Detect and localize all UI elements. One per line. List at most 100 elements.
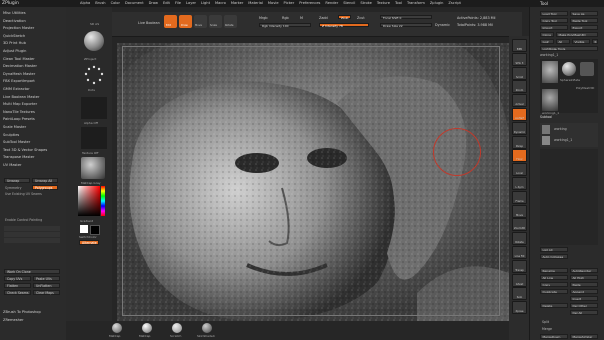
alternate-button[interactable]: Alternate	[79, 240, 99, 245]
plugin-menu-paintloop-presets[interactable]: PaintLoop Presets	[3, 117, 35, 121]
menu-light[interactable]: Light	[201, 1, 210, 5]
delete-button[interactable]: Delete	[540, 303, 568, 308]
export-button[interactable]: Export	[570, 25, 598, 30]
menu-transform[interactable]: Transform	[407, 1, 425, 5]
subtool-item-working[interactable]: working	[554, 127, 567, 131]
shelf-scroll-button[interactable]: Scroll	[512, 66, 527, 80]
r-button[interactable]: R	[592, 39, 598, 44]
shelf-xpose-button[interactable]: Xpose	[512, 301, 527, 315]
duplicate-button[interactable]: Duplicate	[540, 289, 568, 294]
autoreorder-button[interactable]: AutoReorder	[570, 268, 598, 273]
del-all-button[interactable]: Del All	[570, 310, 598, 315]
alpha-thumbnail[interactable]	[81, 97, 107, 119]
menu-zplugin[interactable]: Zplugin	[430, 1, 444, 5]
merge-down-button[interactable]: MergeDown	[540, 334, 568, 339]
switch-color-button[interactable]: SwitchColor	[79, 235, 97, 239]
goz-button[interactable]: GoZ	[540, 39, 554, 44]
merge-section[interactable]: Merge	[542, 327, 552, 331]
shelf-l-sym-button[interactable]: L.Sym	[512, 177, 527, 190]
menu-stroke[interactable]: Stroke	[360, 1, 371, 5]
material-matcap-1[interactable]	[112, 323, 122, 333]
plugin-menu-clean-tool-master[interactable]: Clean Tool Master	[3, 57, 35, 61]
rotate-button[interactable]: Rotate	[224, 15, 237, 28]
plugin-menu-deactivation[interactable]: Deactivation	[3, 19, 26, 23]
insert-button[interactable]: Insert	[570, 296, 598, 301]
zremesher-menu[interactable]: ZRemesher	[3, 318, 24, 322]
menu-file[interactable]: File	[175, 1, 181, 5]
make-polymesh3d-button[interactable]: Make PolyMesh3D	[556, 32, 598, 37]
copy-button[interactable]: Copy	[540, 282, 568, 287]
plugin-menu-dynamesh-master[interactable]: DynaMesh Master	[3, 72, 35, 76]
auto-collapse-button[interactable]: Auto Collapse	[540, 254, 568, 259]
plugin-menu-adjust-plugin[interactable]: Adjust Plugin	[3, 49, 26, 53]
merge-similar-button[interactable]: MergeSimilar	[570, 334, 598, 339]
zsub-button[interactable]: Zsub	[338, 15, 351, 20]
menu-preferences[interactable]: Preferences	[299, 1, 320, 5]
material-skinshade[interactable]	[202, 323, 212, 333]
rgb-button[interactable]: Rgb	[282, 16, 289, 20]
append-button[interactable]: Append	[570, 289, 598, 294]
menu-material[interactable]: Material	[248, 1, 263, 5]
copy-tool-button[interactable]: Copy Tool	[540, 18, 568, 23]
enable-control-painting-button[interactable]: Enable Control Painting	[5, 218, 42, 222]
plugin-menu-gmm-extractor[interactable]: GMM Extractor	[3, 87, 30, 91]
symmetry-toggle[interactable]: Symmetry	[5, 186, 22, 190]
work-on-clone-button[interactable]: Work On Clone	[4, 269, 60, 274]
load-tool-button[interactable]: Load Tool	[540, 11, 568, 16]
save-as-button[interactable]: Save As	[570, 11, 598, 16]
shelf-transp-button[interactable]: Transp	[512, 259, 527, 273]
plugin-menu-scale-master[interactable]: Scale Master	[3, 125, 26, 129]
flatten-button[interactable]: Flatten	[4, 283, 31, 288]
plugin-menu-subtool-master[interactable]: SubTool Master	[3, 140, 30, 144]
texture-thumbnail[interactable]	[81, 127, 107, 149]
shelf-frame-button[interactable]: Frame	[512, 190, 527, 204]
lightbox-tools-button[interactable]: Lightbox▸ Tools	[540, 46, 598, 51]
focal-shift-slider[interactable]: Focal Shift 0	[380, 15, 432, 20]
visible-button[interactable]: Visible	[572, 39, 590, 44]
shelf-floor-button[interactable]: Floor	[512, 149, 527, 163]
all-button[interactable]: All	[556, 39, 570, 44]
stroke-dots-icon[interactable]	[81, 63, 107, 87]
unflatten-button[interactable]: UnFlatten	[33, 283, 60, 288]
del-other-button[interactable]: Del Other	[570, 303, 598, 308]
subtool-item-working1[interactable]: working1_1	[554, 138, 572, 142]
clear-maps-button[interactable]: Clear Maps	[33, 290, 60, 295]
edit-button[interactable]: Edit	[164, 15, 177, 28]
shelf-rotate-button[interactable]: Rotate	[512, 232, 527, 246]
menu-edit[interactable]: Edit	[163, 1, 170, 5]
zcut-button[interactable]: Zcut	[357, 16, 365, 20]
shelf-dynamic-button[interactable]: Dynamic	[512, 121, 527, 135]
plugin-menu-transpose-master[interactable]: Transpose Master	[3, 155, 34, 159]
plugin-menu-decimation-master[interactable]: Decimation Master	[3, 64, 37, 68]
secondary-color-swatch[interactable]	[90, 225, 100, 235]
shelf-aahalf-button[interactable]: AAHalf	[512, 108, 527, 121]
menu-movie[interactable]: Movie	[268, 1, 279, 5]
menu-tool[interactable]: Tool	[395, 1, 402, 5]
menu-layer[interactable]: Layer	[186, 1, 196, 5]
tool-thumb-working-2[interactable]	[542, 89, 558, 111]
subtool-header[interactable]: Subtool	[540, 115, 552, 119]
tool-thumb-sphere[interactable]	[562, 62, 576, 76]
plugin-menu-uv-master[interactable]: UV Master	[3, 163, 22, 167]
tool-thumb-working[interactable]	[542, 61, 558, 83]
rename-button[interactable]: Rename	[540, 268, 568, 273]
plugin-menu-live-boolean-master[interactable]: Live Boolean Master	[3, 95, 39, 99]
live-boolean-toggle[interactable]: Live Boolean	[138, 21, 160, 25]
shelf-ghost-button[interactable]: Ghost	[512, 273, 527, 287]
all-high-button[interactable]: All High	[570, 275, 598, 280]
tool-thumb-polymesh[interactable]	[580, 62, 594, 76]
shelf-zoom3d-button[interactable]: Zoom3D	[512, 218, 527, 232]
zadd-button[interactable]: Zadd	[319, 16, 328, 20]
draw-size-slider[interactable]: Draw Size 22	[380, 23, 432, 28]
menu-zscript[interactable]: Zscript	[448, 1, 460, 5]
z-intensity-slider[interactable]: Z Intensity 78	[319, 23, 369, 28]
plugin-menu-text-3d-vector-shapes[interactable]: Text 3D & Vector Shapes	[3, 148, 47, 152]
shelf-zoom-button[interactable]: Zoom	[512, 80, 527, 94]
color-picker[interactable]	[78, 186, 100, 216]
rgb-intensity-slider[interactable]: Rgb Intensity 100	[259, 23, 311, 28]
menu-alpha[interactable]: Alpha	[80, 1, 90, 5]
split-section[interactable]: Split	[542, 320, 549, 324]
shelf-spix-3-button[interactable]: SPix 3	[512, 52, 527, 66]
shelf-solo-button[interactable]: Solo	[512, 287, 527, 301]
m-button[interactable]: M	[300, 16, 303, 20]
